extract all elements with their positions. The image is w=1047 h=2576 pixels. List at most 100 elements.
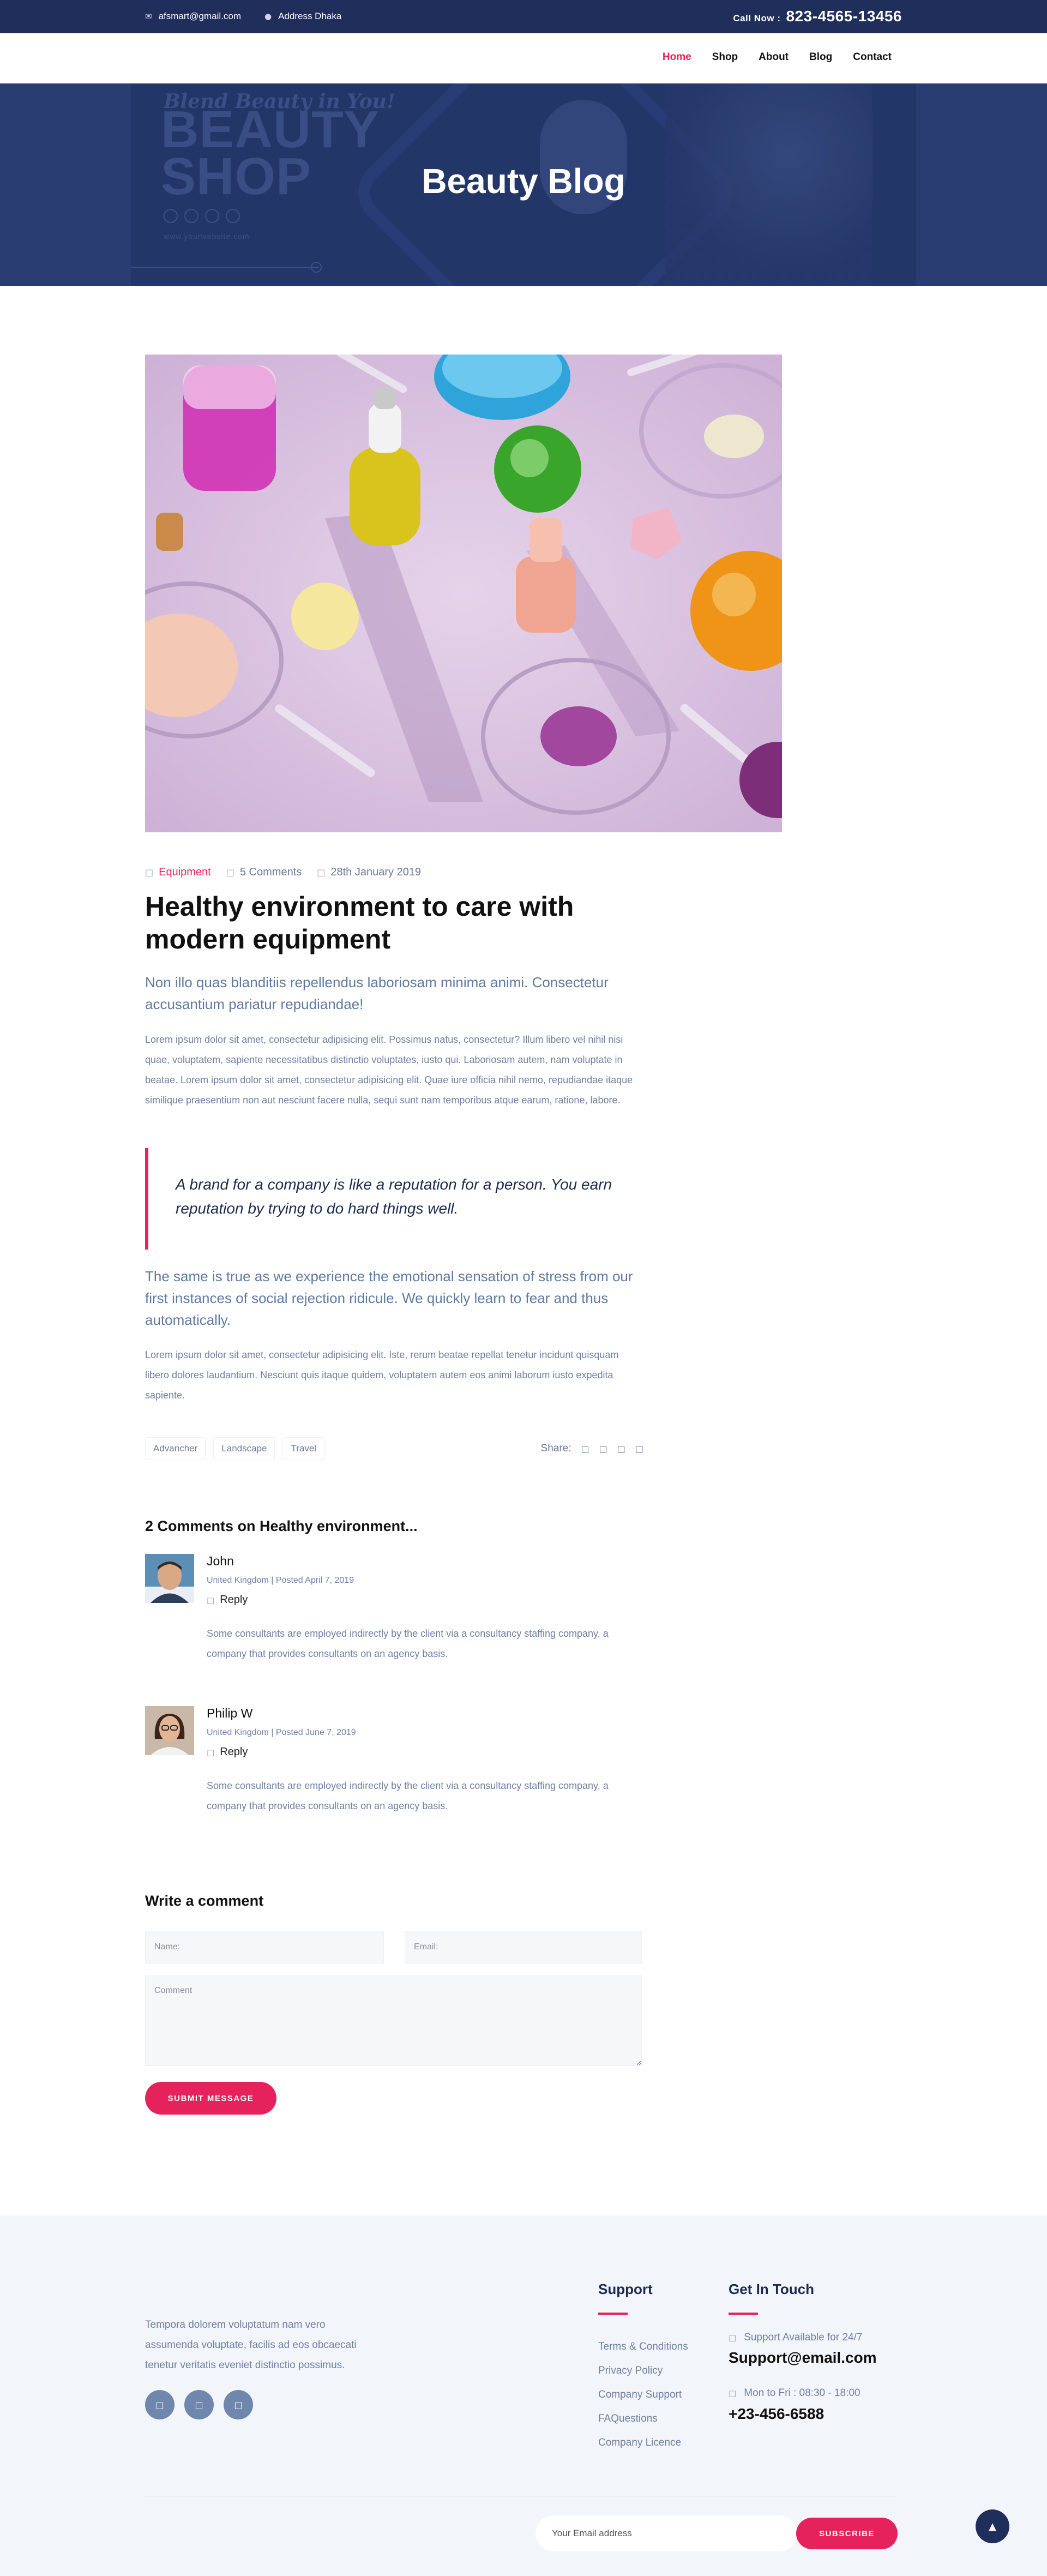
- scroll-to-top-icon[interactable]: ▲: [976, 2509, 1009, 2543]
- hero-bg-dot: [311, 262, 322, 273]
- support-links: Terms & Conditions Privacy Policy Compan…: [598, 2335, 688, 2455]
- page-title: Beauty Blog: [422, 161, 625, 201]
- comment-item: John United Kingdom | Posted April 7, 20…: [145, 1554, 639, 1663]
- post-tags: Advancher Landscape Travel: [145, 1437, 325, 1460]
- footer-about-text: Tempora dolorem voluptatum nam vero assu…: [145, 2319, 357, 2371]
- instagram-icon[interactable]: □: [224, 2390, 253, 2419]
- lab-glassware-illustration: [145, 355, 782, 832]
- office-hours: □ Mon to Fri : 08:30 - 18:00: [729, 2387, 861, 2399]
- support-heading: Support: [598, 2281, 653, 2297]
- envelope-icon: ✉: [145, 11, 152, 21]
- clock-icon: □: [729, 2388, 737, 2398]
- post-category-label: Equipment: [159, 866, 211, 878]
- post-lead-secondary: The same is true as we experience the em…: [145, 1268, 633, 1328]
- featured-image: [145, 355, 782, 832]
- comment-text: Some consultants are employed indirectly…: [207, 1628, 609, 1659]
- hero-bg-heading-line1: BEAUTY: [161, 100, 380, 159]
- topbar-address: ● Address Dhaka: [264, 11, 341, 22]
- site-footer: Tempora dolorem voluptatum nam vero assu…: [0, 2215, 1047, 2576]
- hero-bg-socials: [164, 209, 240, 223]
- topbar-call[interactable]: Call Now : 823-4565-13456: [733, 8, 902, 25]
- support-availability-text: Support Available for 24/7: [744, 2332, 863, 2343]
- link-terms[interactable]: Terms & Conditions: [598, 2335, 688, 2359]
- comments-heading: 2 Comments on Healthy environment...: [145, 1518, 418, 1534]
- pinterest-icon[interactable]: □: [635, 1444, 643, 1454]
- post-body-paragraph: Lorem ipsum dolor sit amet, consectetur …: [145, 1034, 633, 1106]
- post-lead: Non illo quas blanditiis repellendus lab…: [145, 974, 609, 1012]
- link-licence[interactable]: Company Licence: [598, 2431, 688, 2455]
- post-category[interactable]: □ Equipment: [145, 866, 211, 879]
- circle-icon: [226, 209, 240, 223]
- hero-bg-line: [131, 267, 319, 268]
- email-field[interactable]: [405, 1931, 642, 1963]
- topbar-address-text: Address Dhaka: [278, 11, 342, 21]
- newsletter-email-input[interactable]: [535, 2515, 797, 2551]
- tag-advancher[interactable]: Advancher: [145, 1437, 206, 1460]
- subscribe-button[interactable]: SUBSCRIBE: [796, 2518, 898, 2549]
- avatar: [145, 1554, 194, 1603]
- share-label: Share:: [540, 1443, 571, 1454]
- avatar-john: [145, 1554, 194, 1603]
- tag-travel[interactable]: Travel: [282, 1437, 325, 1460]
- name-field[interactable]: [145, 1931, 384, 1963]
- reply-icon: □: [207, 1595, 215, 1605]
- comment-author: Philip W: [207, 1706, 253, 1720]
- link-faq[interactable]: FAQuestions: [598, 2407, 688, 2431]
- call-phone: 823-4565-13456: [786, 8, 902, 25]
- headset-icon: □: [729, 2333, 737, 2343]
- support-email[interactable]: Support@email.com: [729, 2349, 877, 2367]
- contact-heading: Get In Touch: [729, 2281, 814, 2297]
- comment-text: Some consultants are employed indirectly…: [207, 1780, 609, 1811]
- office-hours-text: Mon to Fri : 08:30 - 18:00: [744, 2387, 861, 2399]
- nav-item-contact[interactable]: Contact: [853, 51, 892, 63]
- avatar-philip: [145, 1706, 194, 1755]
- footer-socials: □ □ □: [145, 2390, 253, 2419]
- post-date: □ 28th January 2019: [317, 866, 421, 879]
- comment-field[interactable]: [145, 1975, 642, 2066]
- nav-item-blog[interactable]: Blog: [809, 51, 832, 63]
- comment-info: United Kingdom | Posted June 7, 2019: [207, 1728, 356, 1737]
- reply-icon: □: [207, 1747, 215, 1757]
- circle-icon: [184, 209, 198, 223]
- folder-icon: □: [145, 867, 154, 878]
- reply-label: Reply: [220, 1594, 248, 1606]
- google-plus-icon[interactable]: □: [617, 1444, 625, 1454]
- top-bar: ✉ afsmart@gmail.com ● Address Dhaka Call…: [0, 0, 1047, 33]
- post-meta: □ Equipment □ 5 Comments □ 28th January …: [145, 866, 421, 879]
- nav-item-about[interactable]: About: [759, 51, 789, 63]
- reply-button[interactable]: □ Reply: [207, 1746, 248, 1758]
- comment-item: Philip W United Kingdom | Posted June 7,…: [145, 1706, 639, 1815]
- main-nav: Home Shop About Blog Contact: [0, 33, 1047, 83]
- submit-message-button[interactable]: SUBMIT MESSAGE: [145, 2082, 276, 2115]
- topbar-email-text: afsmart@gmail.com: [158, 11, 241, 21]
- avatar: [145, 1706, 194, 1755]
- nav-item-home[interactable]: Home: [663, 51, 691, 63]
- twitter-icon[interactable]: □: [599, 1444, 607, 1454]
- link-company-support[interactable]: Company Support: [598, 2383, 688, 2407]
- nav-item-shop[interactable]: Shop: [712, 51, 738, 63]
- comment-form-heading: Write a comment: [145, 1893, 264, 1909]
- footer-phone[interactable]: +23-456-6588: [729, 2405, 824, 2423]
- call-label: Call Now :: [733, 13, 781, 23]
- post-blockquote: A brand for a company is like a reputati…: [145, 1148, 639, 1250]
- comment-author: John: [207, 1554, 234, 1568]
- comment-icon: □: [226, 867, 234, 878]
- tag-landscape[interactable]: Landscape: [213, 1437, 275, 1460]
- circle-icon: [164, 209, 178, 223]
- facebook-icon[interactable]: □: [581, 1444, 589, 1454]
- blockquote-text: A brand for a company is like a reputati…: [176, 1176, 612, 1217]
- contact-underline: [729, 2313, 758, 2315]
- calendar-icon: □: [317, 867, 326, 878]
- circle-icon: [205, 209, 219, 223]
- link-privacy[interactable]: Privacy Policy: [598, 2359, 688, 2383]
- facebook-icon[interactable]: □: [145, 2390, 174, 2419]
- post-comments-count[interactable]: □ 5 Comments: [226, 866, 302, 879]
- twitter-icon[interactable]: □: [184, 2390, 214, 2419]
- post-title: Healthy environment to care with modern …: [145, 891, 574, 954]
- share-bar: Share: □ □ □ □: [541, 1443, 643, 1455]
- reply-button[interactable]: □ Reply: [207, 1594, 248, 1606]
- map-marker-icon: ●: [264, 11, 272, 21]
- reply-label: Reply: [220, 1746, 248, 1758]
- hero-banner: Blend Beauty in You! BEAUTY SHOP www.you…: [0, 83, 1047, 286]
- topbar-email[interactable]: ✉ afsmart@gmail.com: [145, 11, 241, 22]
